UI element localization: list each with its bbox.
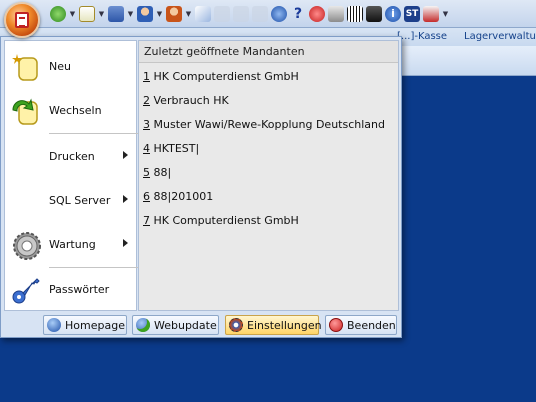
recent-item[interactable]: 1 HK Computerdienst GmbH bbox=[143, 70, 299, 90]
recent-item[interactable]: 4 HKTEST| bbox=[143, 142, 199, 162]
help-icon[interactable]: ? bbox=[290, 6, 306, 22]
submenu-arrow-icon bbox=[123, 195, 128, 203]
webupdate-button[interactable]: Webupdate bbox=[132, 315, 219, 335]
homepage-button[interactable]: Homepage bbox=[43, 315, 127, 335]
beenden-button[interactable]: Beenden bbox=[325, 315, 397, 335]
globe-icon[interactable] bbox=[271, 6, 287, 22]
close-circle-icon[interactable] bbox=[309, 6, 325, 22]
dropdown-arrow-icon[interactable]: ▼ bbox=[185, 6, 192, 22]
recent-mandanten-panel: Zuletzt geöffnete Mandanten 1 HK Compute… bbox=[138, 40, 399, 311]
tab-lagerverwaltung[interactable]: Lagerverwaltu[...] bbox=[464, 31, 536, 42]
recent-item[interactable]: 2 Verbrauch HK bbox=[143, 94, 229, 114]
paper-plane-icon[interactable] bbox=[195, 6, 211, 22]
users-icon[interactable] bbox=[166, 6, 182, 22]
globe-icon bbox=[47, 318, 61, 332]
dropdown-arrow-icon[interactable]: ▼ bbox=[127, 6, 134, 22]
recent-item[interactable]: 6 88|201001 bbox=[143, 190, 213, 210]
dropdown-arrow-icon[interactable]: ▼ bbox=[98, 6, 105, 22]
switch-arrow-icon bbox=[11, 96, 41, 126]
einstellungen-button[interactable]: Einstellungen bbox=[225, 315, 322, 335]
user-icon[interactable] bbox=[137, 6, 153, 22]
submenu-arrow-icon bbox=[123, 239, 128, 247]
quick-access-toolbar: ▼ ▼ ▼ ▼ ▼ ? i ST ▼ bbox=[0, 0, 536, 28]
application-menu: Neu Wechseln Drucken SQL Server Wartung … bbox=[0, 36, 402, 338]
paste-icon bbox=[233, 6, 249, 22]
new-document-icon bbox=[11, 52, 41, 82]
menu-command-list: Neu Wechseln Drucken SQL Server Wartung … bbox=[4, 40, 140, 312]
menu-item-wartung[interactable]: Wartung bbox=[5, 223, 136, 267]
settings-icon bbox=[229, 318, 243, 332]
copy-icon bbox=[214, 6, 230, 22]
recent-item[interactable]: 5 88| bbox=[143, 166, 171, 186]
application-menu-button[interactable] bbox=[4, 2, 40, 38]
remote-icon[interactable] bbox=[423, 6, 439, 22]
gear-icon bbox=[11, 230, 41, 260]
register-icon[interactable] bbox=[366, 6, 382, 22]
menu-item-wechseln[interactable]: Wechseln bbox=[5, 89, 136, 133]
exit-icon bbox=[329, 318, 343, 332]
menu-item-neu[interactable]: Neu bbox=[5, 45, 136, 89]
cut-icon bbox=[252, 6, 268, 22]
app-logo-icon bbox=[15, 12, 29, 28]
recent-item[interactable]: 7 HK Computerdienst GmbH bbox=[143, 214, 299, 234]
menu-item-passwoerter[interactable]: Passwörter bbox=[5, 268, 136, 312]
submenu-arrow-icon bbox=[123, 151, 128, 159]
refresh-icon[interactable] bbox=[50, 6, 66, 22]
globe-update-icon bbox=[136, 318, 150, 332]
st-icon[interactable]: ST bbox=[404, 6, 420, 22]
menu-item-drucken[interactable]: Drucken bbox=[5, 135, 136, 179]
recent-item[interactable]: 3 Muster Wawi/Rewe-Kopplung Deutschland bbox=[143, 118, 385, 138]
info-icon[interactable]: i bbox=[385, 6, 401, 22]
pda-icon[interactable] bbox=[328, 6, 344, 22]
barcode-icon[interactable] bbox=[347, 6, 363, 22]
dropdown-arrow-icon[interactable]: ▼ bbox=[156, 6, 163, 22]
menu-separator bbox=[49, 133, 140, 134]
dropdown-arrow-icon[interactable]: ▼ bbox=[69, 6, 76, 22]
customize-toolbar-icon[interactable]: ▼ bbox=[442, 6, 449, 22]
org-chart-icon[interactable] bbox=[108, 6, 124, 22]
key-icon bbox=[11, 275, 41, 305]
document-icon[interactable] bbox=[79, 6, 95, 22]
menu-item-sql-server[interactable]: SQL Server bbox=[5, 179, 136, 223]
recent-list-title: Zuletzt geöffnete Mandanten bbox=[139, 41, 398, 63]
tab-kasse[interactable]: [...]-Kasse bbox=[397, 31, 447, 42]
